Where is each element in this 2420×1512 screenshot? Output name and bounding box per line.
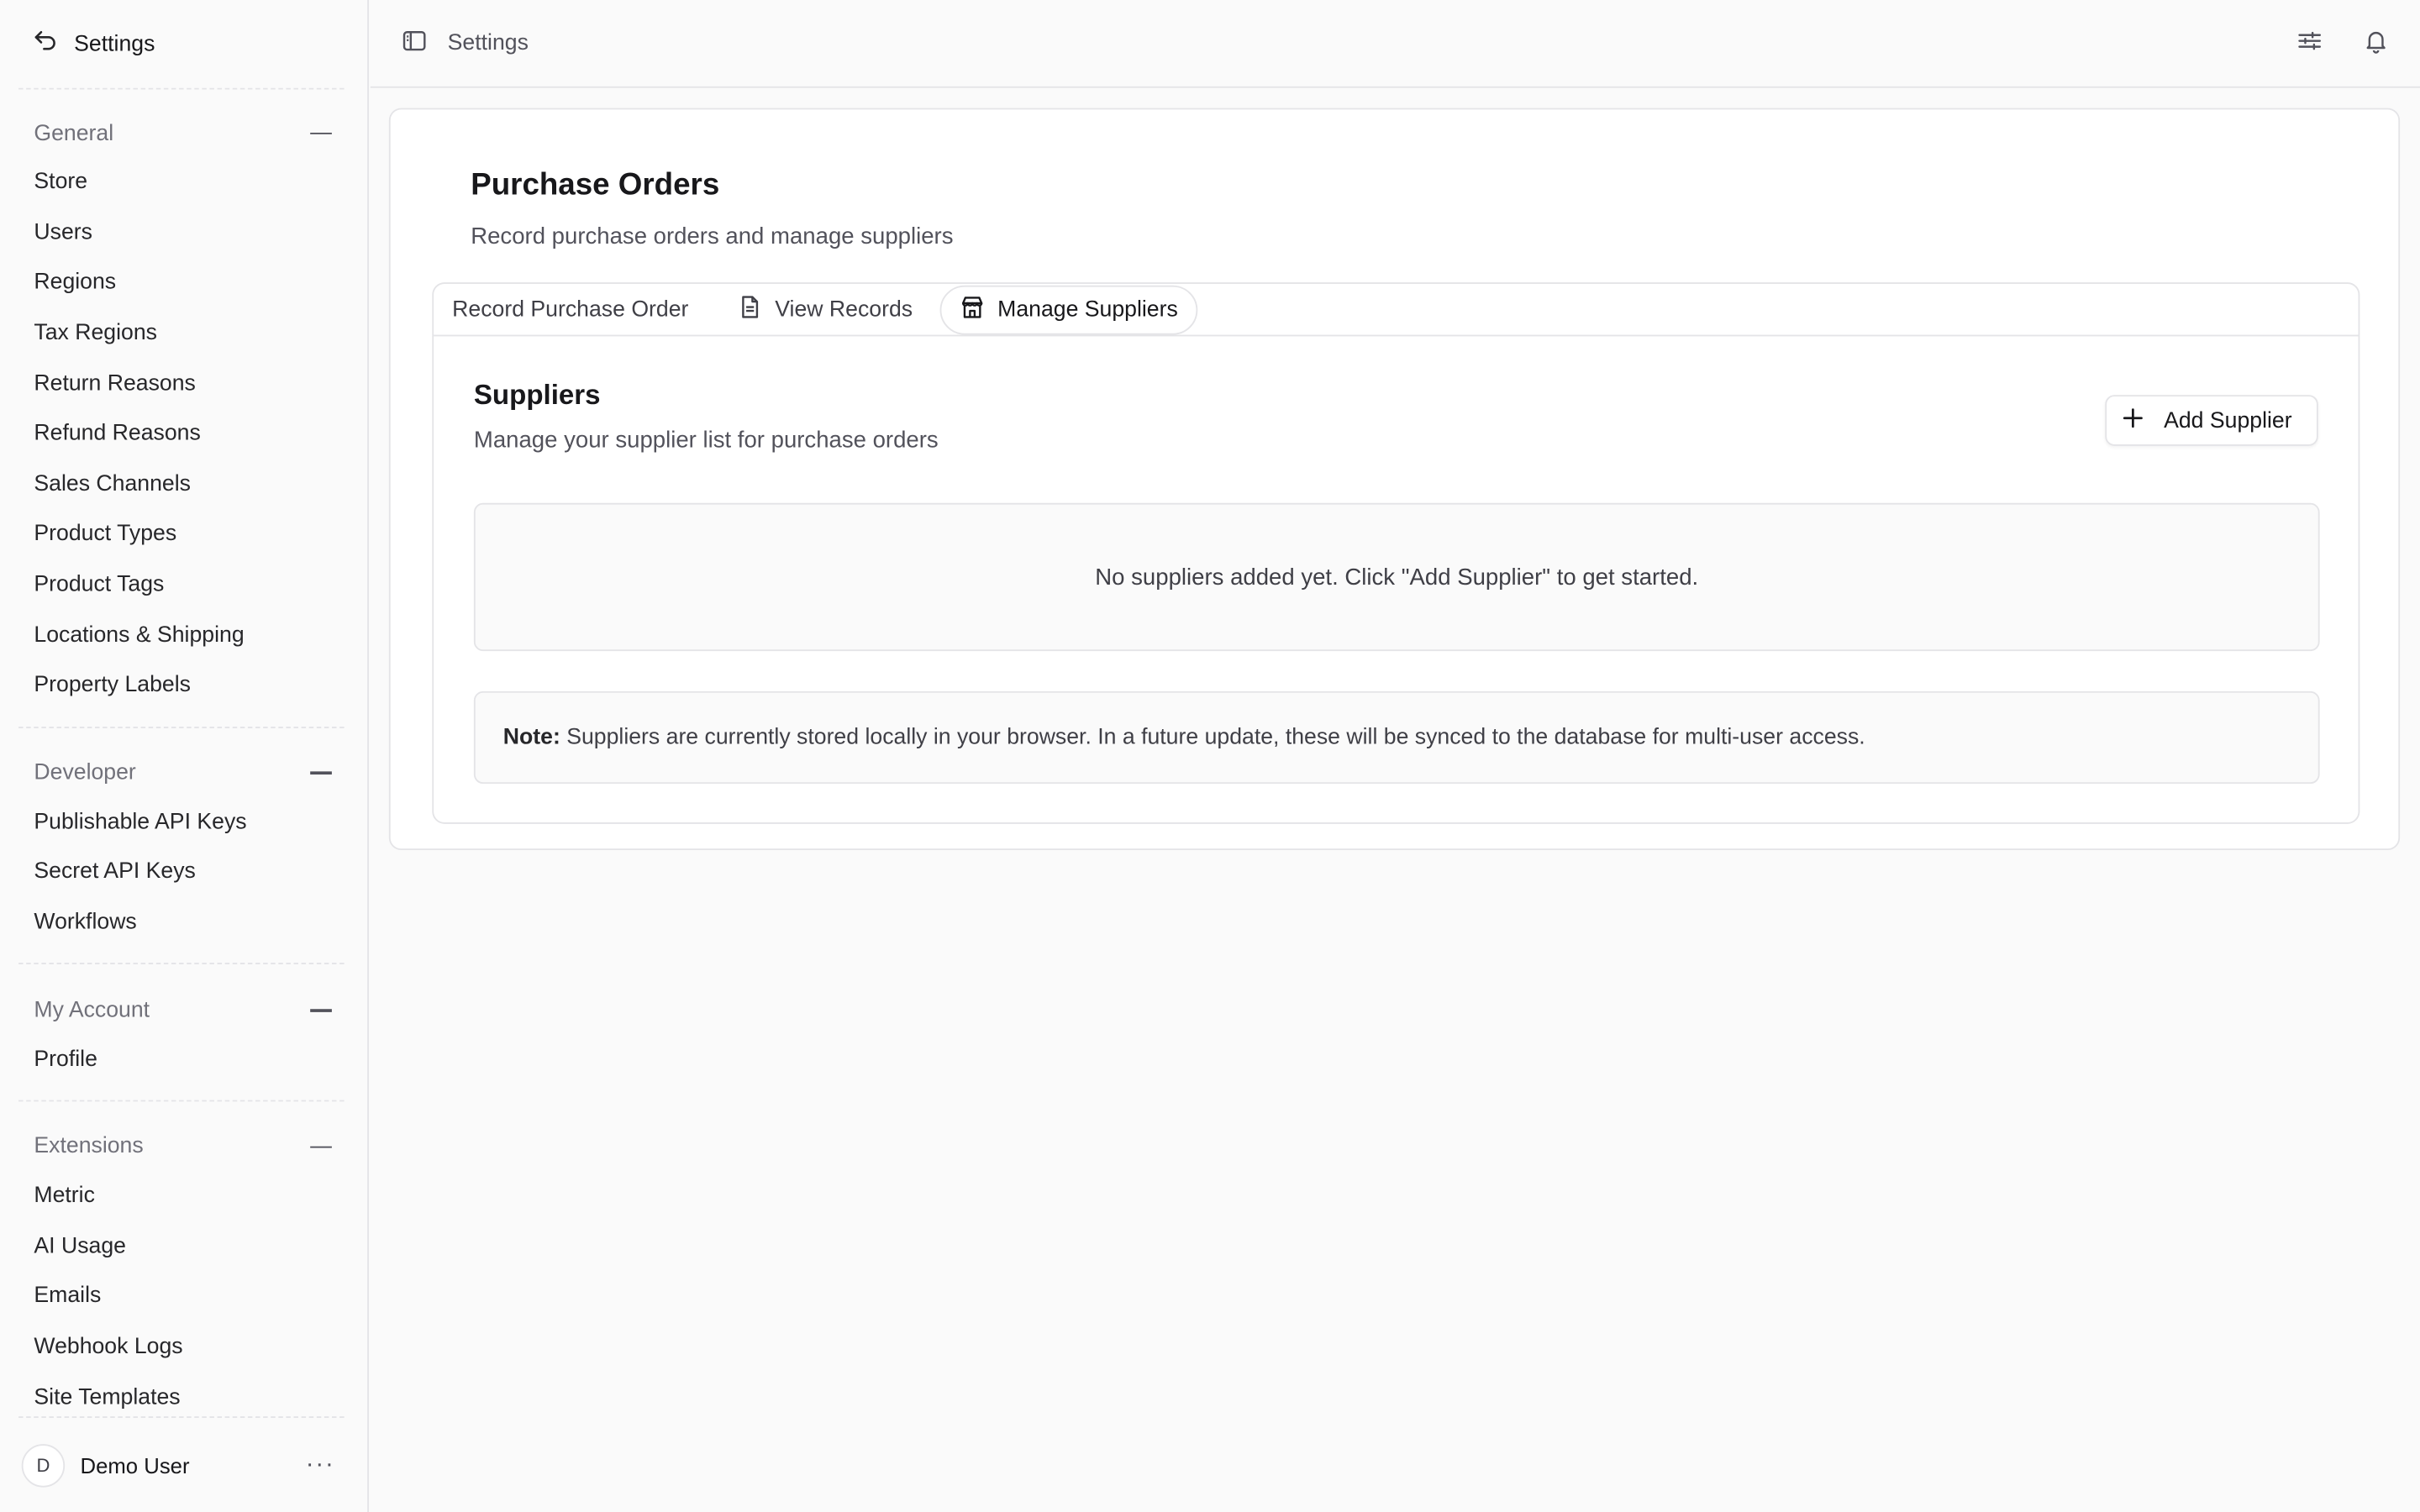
user-name: Demo User — [80, 1452, 190, 1478]
bell-icon[interactable] — [2363, 27, 2389, 60]
sidebar-item-webhook-logs[interactable]: Webhook Logs — [0, 1322, 367, 1373]
sidebar-nav[interactable]: General Store Users Regions Tax Regions … — [0, 88, 367, 1416]
tab-label: Manage Suppliers — [997, 297, 1178, 322]
page-subtitle: Record purchase orders and manage suppli… — [471, 223, 954, 250]
sidebar-item-profile[interactable]: Profile — [0, 1034, 367, 1084]
sidebar-item-workflows[interactable]: Workflows — [0, 897, 367, 948]
note-box: Note: Suppliers are currently stored loc… — [473, 690, 2320, 785]
nav-group-general: General Store Users Regions Tax Regions … — [0, 88, 367, 727]
group-header-general[interactable]: General — [0, 118, 367, 150]
purchase-orders-card: Purchase Orders Record purchase orders a… — [388, 108, 2401, 851]
collapse-icon — [310, 132, 332, 135]
sidebar-item-users[interactable]: Users — [0, 207, 367, 258]
sidebar-item-sales-channels[interactable]: Sales Channels — [0, 459, 367, 510]
group-header-developer[interactable]: Developer — [0, 757, 367, 790]
sidebar-item-locations-shipping[interactable]: Locations & Shipping — [0, 610, 367, 660]
sidebar-item-ai-usage[interactable]: AI Usage — [0, 1221, 367, 1272]
group-header-my-account[interactable]: My Account — [0, 994, 367, 1026]
collapse-icon — [310, 1009, 332, 1012]
plus-icon — [2123, 407, 2144, 434]
sidebar-title: Settings — [74, 31, 155, 57]
topbar: Settings — [370, 0, 2420, 88]
sidebar-item-publishable-api-keys[interactable]: Publishable API Keys — [0, 797, 367, 848]
sidebar-item-property-labels[interactable]: Property Labels — [0, 660, 367, 711]
sidebar: Settings General Store Users Regions Tax… — [0, 0, 369, 1512]
page-title: Purchase Orders — [471, 168, 720, 202]
sidebar-toggle-icon[interactable] — [402, 27, 428, 60]
user-menu[interactable]: D Demo User ··· — [18, 1416, 345, 1512]
store-icon — [960, 294, 985, 325]
avatar: D — [21, 1443, 66, 1487]
adjustments-icon[interactable] — [2296, 27, 2323, 60]
tab-view-records[interactable]: View Records — [719, 285, 931, 334]
group-label: Extensions — [34, 1134, 144, 1160]
tab-manage-suppliers[interactable]: Manage Suppliers — [940, 284, 1198, 334]
sidebar-item-secret-api-keys[interactable]: Secret API Keys — [0, 848, 367, 898]
group-header-extensions[interactable]: Extensions — [0, 1131, 367, 1163]
group-label: General — [34, 121, 114, 146]
tab-list: Record Purchase Order View Records Manag… — [434, 284, 2359, 337]
more-options-icon[interactable]: ··· — [306, 1451, 345, 1478]
tab-record-purchase-order[interactable]: Record Purchase Order — [434, 285, 707, 334]
nav-group-developer: Developer Publishable API Keys Secret AP… — [0, 727, 367, 963]
sidebar-item-refund-reasons[interactable]: Refund Reasons — [0, 409, 367, 459]
tabs-panel: Record Purchase Order View Records Manag… — [432, 282, 2360, 824]
sidebar-item-regions[interactable]: Regions — [0, 258, 367, 308]
document-icon — [738, 294, 762, 325]
sidebar-item-emails[interactable]: Emails — [0, 1272, 367, 1322]
sidebar-item-site-templates[interactable]: Site Templates — [0, 1372, 367, 1416]
sidebar-item-return-reasons[interactable]: Return Reasons — [0, 359, 367, 409]
breadcrumb[interactable]: Settings — [448, 31, 529, 55]
collapse-icon — [310, 1146, 332, 1148]
sidebar-item-store[interactable]: Store — [0, 157, 367, 207]
suppliers-title: Suppliers — [473, 379, 601, 411]
group-label: My Account — [34, 998, 150, 1023]
empty-state: No suppliers added yet. Click "Add Suppl… — [473, 502, 2320, 652]
note-label: Note: — [502, 725, 560, 750]
add-supplier-button[interactable]: Add Supplier — [2105, 395, 2318, 446]
nav-group-my-account: My Account Profile — [0, 965, 367, 1100]
nav-group-extensions: Extensions Metric AI Usage Emails Webhoo… — [0, 1101, 367, 1416]
sidebar-item-product-tags[interactable]: Product Tags — [0, 559, 367, 610]
suppliers-subtitle: Manage your supplier list for purchase o… — [473, 427, 939, 454]
sidebar-item-metric[interactable]: Metric — [0, 1171, 367, 1221]
back-arrow-icon — [33, 28, 59, 60]
tab-label: Record Purchase Order — [452, 297, 689, 322]
note-text: Suppliers are currently stored locally i… — [566, 725, 1865, 750]
tab-label: View Records — [775, 297, 913, 322]
collapse-icon — [310, 771, 332, 774]
button-label: Add Supplier — [2164, 407, 2292, 433]
group-label: Developer — [34, 760, 136, 785]
sidebar-item-product-types[interactable]: Product Types — [0, 509, 367, 559]
back-to-app-button[interactable]: Settings — [0, 0, 367, 88]
sidebar-item-tax-regions[interactable]: Tax Regions — [0, 308, 367, 359]
